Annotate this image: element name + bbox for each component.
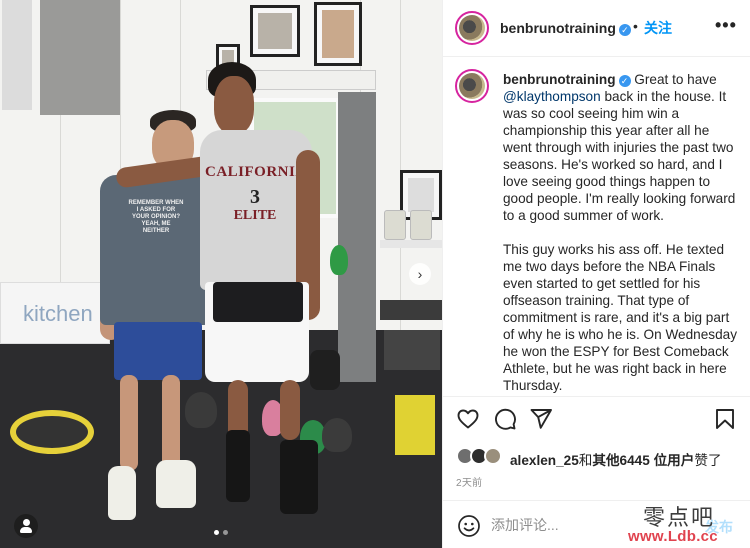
carousel-dot: [223, 530, 228, 535]
kitchen-sign-text: kitchen: [23, 301, 93, 326]
photo-machine: [384, 330, 440, 370]
jersey-sub: ELITE: [233, 208, 277, 223]
action-bar: [443, 396, 750, 444]
caption-area[interactable]: benbrunotraining ✓ Great to have @klaytho…: [443, 58, 750, 394]
photo-jar: [384, 210, 406, 240]
header-separator: •: [633, 18, 638, 34]
photo-door: [2, 0, 32, 110]
caption-username[interactable]: benbrunotraining: [503, 72, 616, 87]
photo-jar: [410, 210, 432, 240]
emoji-icon[interactable]: [457, 514, 481, 538]
heart-icon[interactable]: [454, 405, 482, 433]
photo-shelf: [380, 240, 442, 248]
likes-others[interactable]: 其他6445 位用户: [592, 453, 694, 468]
username-text[interactable]: benbrunotraining: [500, 20, 616, 36]
person-left-shirt: [100, 175, 210, 325]
mention-link[interactable]: @klaythompson: [503, 89, 601, 104]
person-right-shorts: [205, 282, 309, 382]
caption-intro: Great to have: [630, 72, 717, 87]
verified-badge-icon: ✓: [618, 75, 631, 87]
photo-frame: [250, 5, 300, 57]
likes-row[interactable]: alexlen_25和其他6445 位用户赞了: [443, 444, 750, 470]
photo-machine: [380, 300, 442, 320]
caption-paragraph-1-rest: back in the house. It was so cool seeing…: [503, 89, 736, 223]
post-side-panel: benbrunotraining ✓ • 关注 ••• benbrunotrain…: [442, 0, 750, 548]
person-left-shoe: [108, 466, 136, 520]
kettlebell: [322, 418, 352, 452]
chevron-right-icon[interactable]: ›: [409, 263, 431, 285]
watermark-url: www.Ldb.cc: [628, 528, 718, 545]
kitchen-sign: kitchen: [0, 282, 110, 344]
caption-paragraph-2: This guy works his ass off. He texted me…: [503, 242, 737, 393]
person-left-shoe: [156, 460, 196, 508]
post-photo[interactable]: kitchen REMEMBER WHEN I ASKED FOR YOUR O…: [0, 0, 442, 548]
comment-icon[interactable]: [491, 405, 519, 433]
weight-plate: [10, 410, 94, 454]
avatar[interactable]: [455, 11, 489, 45]
photo-box: [395, 395, 435, 455]
jersey-name: CALIFORNIA: [205, 164, 307, 180]
verified-badge-icon: ✓: [618, 24, 631, 36]
carousel-dots: [214, 530, 228, 535]
bookmark-icon[interactable]: [711, 405, 739, 433]
person-left-leg: [162, 375, 180, 471]
liker-username[interactable]: alexlen_25: [510, 453, 579, 468]
jersey-number: 3: [250, 186, 260, 208]
more-icon[interactable]: •••: [715, 15, 737, 36]
person-right-sock: [226, 430, 250, 502]
kettlebell: [330, 245, 348, 275]
post-header: benbrunotraining ✓ • 关注 •••: [443, 0, 750, 57]
person-left-leg: [120, 375, 138, 471]
caption-avatar[interactable]: [455, 69, 489, 103]
caption-text: benbrunotraining ✓ Great to have @klaytho…: [503, 71, 739, 394]
likes-text[interactable]: alexlen_25和其他6445 位用户赞了: [510, 449, 722, 469]
shirt-text: REMEMBER WHEN I ASKED FOR YOUR OPINION? …: [128, 200, 184, 234]
caption-paragraph-1: benbrunotraining ✓ Great to have @klaytho…: [503, 71, 739, 224]
photo-curtain: [338, 92, 376, 382]
user-tag-icon[interactable]: [14, 514, 38, 538]
person-right-head: [214, 76, 254, 134]
likes-mid: 和: [578, 453, 593, 468]
photo-blind: [40, 0, 120, 115]
post-timestamp[interactable]: 2天前: [456, 474, 482, 489]
photo-bag: [310, 350, 340, 390]
photo-frame: [314, 2, 362, 66]
carousel-dot-active: [214, 530, 219, 535]
share-icon[interactable]: [527, 405, 555, 433]
header-username[interactable]: benbrunotraining ✓: [500, 20, 631, 36]
likes-suffix: 赞了: [694, 453, 722, 468]
follow-button[interactable]: 关注: [644, 18, 672, 38]
person-right-sock: [280, 440, 318, 514]
liker-avatar: [484, 447, 502, 465]
person-right-leg: [280, 380, 300, 440]
person-left-shorts: [114, 322, 202, 380]
kettlebell: [185, 392, 217, 428]
